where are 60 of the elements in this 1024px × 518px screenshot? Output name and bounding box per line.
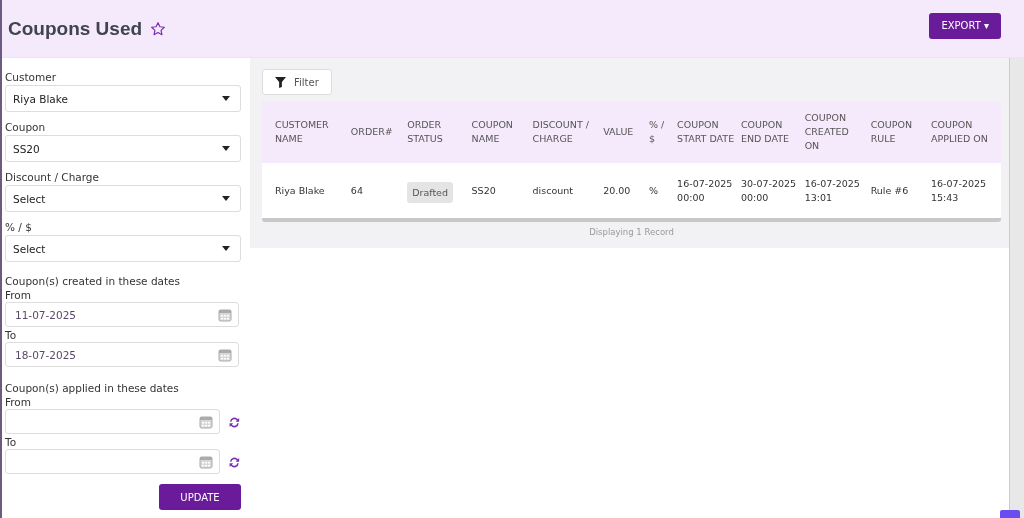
column-header: CUSTOMER NAME [262,101,351,163]
column-header: ORDER# [350,101,408,163]
star-icon[interactable] [150,20,167,37]
column-header: VALUE [603,101,649,163]
field-label: From [5,396,32,408]
update-button[interactable]: UPDATE [159,484,241,510]
field-label: Discount / Charge [5,171,100,183]
column-header: ORDER STATUS [407,101,472,163]
field-label: % / $ [5,221,33,233]
column-header: COUPON NAME [471,101,533,163]
table-cell: 16-07-2025 00:00 [677,177,733,203]
field-label: To [5,329,18,341]
table-cell: Rule #6 [870,184,909,196]
export-button[interactable]: EXPORT ▾ [929,12,1001,39]
table-cell: Riya Blake [275,184,325,196]
caret-icon [222,146,230,151]
record-count: Displaying 1 Record [589,227,674,237]
field-label: Customer [5,71,57,83]
field-label: Coupon [5,121,47,133]
column-header: COUPON END DATE [740,101,805,163]
column-header: COUPON RULE [870,101,931,163]
date-field[interactable]: 18-07-2025 [5,342,239,367]
table-cell: 64 [350,184,363,196]
table-cell: 20.00 [603,184,631,196]
table-cell: 16-07-2025 15:43 [930,177,987,203]
select-field[interactable]: Select [5,235,241,262]
table-cell: SS20 [471,184,496,196]
refresh-icon[interactable] [228,456,241,469]
column-header: % / $ [648,101,678,163]
column-header: COUPON CREATED ON [804,101,871,163]
refresh-icon[interactable] [228,416,241,429]
column-header: DISCOUNT / CHARGE [532,101,604,163]
calendar-icon[interactable] [218,307,232,322]
date-field[interactable] [5,409,221,434]
group-heading: Coupon(s) created in these dates [5,275,182,287]
calendar-icon[interactable] [218,347,232,362]
date-field[interactable] [5,449,221,474]
column-header: COUPON APPLIED ON [930,101,1001,163]
page-title: Coupons Used [8,17,143,40]
field-label: To [5,436,18,448]
scrollbar[interactable] [1009,58,1024,518]
caret-icon [222,196,230,201]
calendar-icon[interactable] [199,454,214,469]
table-cell: discount [532,184,573,196]
caret-icon [222,246,230,251]
table-cell: 16-07-2025 13:01 [804,177,860,203]
table-cell: % [648,184,658,196]
select-field[interactable]: Riya Blake [5,85,241,112]
calendar-icon[interactable] [199,414,214,429]
select-field[interactable]: SS20 [5,135,241,162]
caret-icon [222,96,230,101]
status-badge: Drafted [407,181,453,204]
select-field[interactable]: Select [5,185,241,212]
table-cell: 30-07-2025 00:00 [740,177,797,203]
field-label: From [5,289,32,301]
date-field[interactable]: 11-07-2025 [5,302,239,327]
filter-icon [275,76,286,88]
filter-button[interactable]: Filter [262,69,332,95]
column-header: COUPON START DATE [677,101,741,163]
group-heading: Coupon(s) applied in these dates [5,382,180,394]
